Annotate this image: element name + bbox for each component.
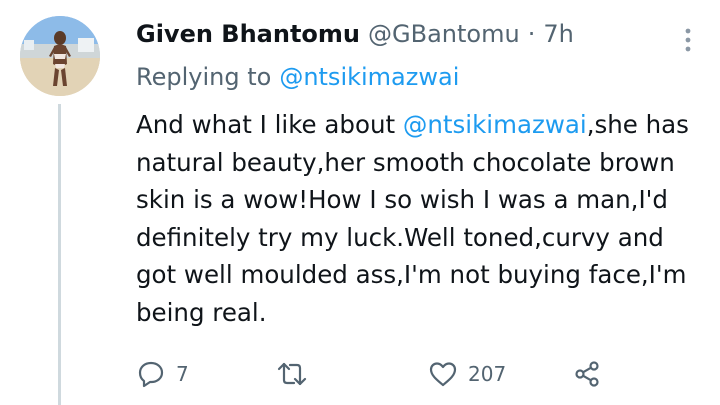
replying-to-mention[interactable]: @ntsikimazwai — [279, 63, 459, 91]
like-button[interactable]: 207 — [428, 356, 506, 392]
thread-line — [58, 104, 61, 405]
avatar-photo — [20, 16, 100, 96]
tweet-header: Given Bhantomu @GBantomu · 7h — [136, 12, 702, 56]
replying-to-label: Replying to — [136, 63, 272, 91]
avatar[interactable] — [20, 16, 100, 96]
reply-count: 7 — [176, 362, 189, 386]
share-button[interactable] — [572, 356, 602, 392]
user-handle[interactable]: @GBantomu — [368, 20, 520, 48]
avatar-column — [20, 16, 100, 405]
reply-icon — [136, 359, 166, 389]
retweet-button[interactable] — [276, 356, 318, 392]
tweet-body: And what I like about @ntsikimazwai,she … — [136, 106, 702, 331]
tweet: Given Bhantomu @GBantomu · 7h Replying t… — [0, 0, 720, 405]
retweet-icon — [276, 359, 308, 389]
tweet-body-text-start: And what I like about — [136, 110, 403, 139]
replying-to: Replying to @ntsikimazwai — [136, 56, 702, 98]
more-options-button[interactable] — [676, 22, 700, 58]
timestamp[interactable]: 7h — [543, 20, 573, 48]
reply-button[interactable]: 7 — [136, 356, 189, 392]
separator-dot: · — [527, 20, 536, 48]
heart-icon — [428, 359, 458, 389]
display-name[interactable]: Given Bhantomu — [136, 20, 360, 48]
tweet-body-mention[interactable]: @ntsikimazwai — [403, 110, 587, 139]
tweet-content: Given Bhantomu @GBantomu · 7h Replying t… — [136, 12, 702, 331]
like-count: 207 — [468, 362, 507, 386]
share-icon — [572, 359, 602, 389]
tweet-body-text-end: ,she has natural beauty,her smooth choco… — [136, 110, 689, 327]
more-vertical-icon — [676, 22, 700, 58]
tweet-actions: 7 207 — [136, 356, 616, 392]
